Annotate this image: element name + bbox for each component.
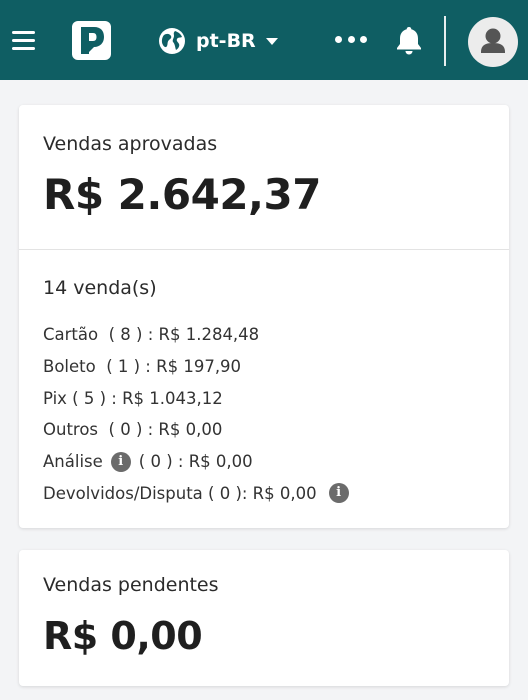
payment-breakdown: Cartão ( 8 ) : R$ 1.284,48 Boleto ( 1 ) … [43, 319, 357, 509]
chevron-down-icon [265, 37, 278, 45]
card-divider [19, 249, 509, 250]
breakdown-others-text: Outros ( 0 ) : R$ 0,00 [43, 420, 223, 440]
approved-sales-title: Vendas aprovadas [43, 133, 218, 155]
pending-sales-title: Vendas pendentes [43, 574, 219, 596]
user-icon [481, 28, 505, 53]
top-bar: pt-BR [0, 0, 528, 80]
bell-icon[interactable] [393, 24, 425, 56]
breakdown-refunded: Devolvidos/Disputa ( 0 ): R$ 0,00 i [43, 477, 357, 509]
breakdown-boleto: Boleto ( 1 ) : R$ 197,90 [43, 351, 357, 383]
more-icon[interactable] [335, 36, 367, 44]
info-icon[interactable]: i [328, 483, 349, 504]
approved-sales-amount: R$ 2.642,37 [43, 170, 321, 219]
breakdown-analysis: Análise i ( 0 ) : R$ 0,00 [43, 446, 357, 478]
breakdown-pix: Pix ( 5 ) : R$ 1.043,12 [43, 382, 357, 414]
breakdown-card: Cartão ( 8 ) : R$ 1.284,48 [43, 319, 357, 351]
breakdown-others: Outros ( 0 ) : R$ 0,00 [43, 414, 357, 446]
breakdown-analysis-value: ( 0 ) : R$ 0,00 [138, 452, 253, 472]
breakdown-pix-text: Pix ( 5 ) : R$ 1.043,12 [43, 388, 223, 408]
breakdown-boleto-text: Boleto ( 1 ) : R$ 197,90 [43, 357, 242, 377]
language-selector[interactable]: pt-BR [158, 26, 278, 56]
sales-count: 14 venda(s) [43, 277, 157, 299]
pending-sales-card: Vendas pendentes R$ 0,00 [19, 550, 509, 686]
approved-sales-card: Vendas aprovadas R$ 2.642,37 14 venda(s)… [19, 105, 509, 528]
pending-sales-amount: R$ 0,00 [43, 614, 203, 658]
language-label: pt-BR [196, 30, 256, 52]
info-icon[interactable]: i [110, 451, 131, 472]
header-divider [444, 16, 446, 66]
brand-logo[interactable] [72, 21, 111, 60]
hamburger-icon[interactable] [12, 31, 35, 51]
breakdown-card-text: Cartão ( 8 ) : R$ 1.284,48 [43, 325, 260, 345]
breakdown-analysis-label: Análise [43, 452, 103, 472]
globe-icon [159, 28, 185, 54]
avatar[interactable] [468, 17, 518, 67]
breakdown-refunded-text: Devolvidos/Disputa ( 0 ): R$ 0,00 [43, 483, 317, 503]
